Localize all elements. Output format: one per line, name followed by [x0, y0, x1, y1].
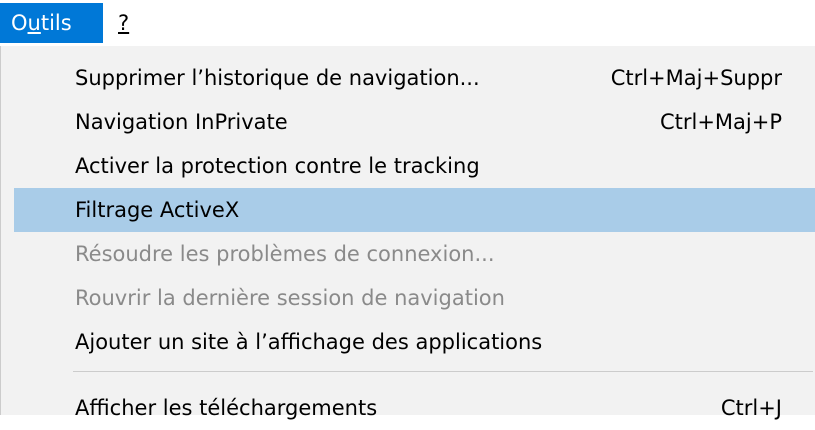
- menu-separator: [73, 371, 813, 372]
- menu-outils[interactable]: Outils: [0, 3, 103, 43]
- menu-item-label: Rouvrir la dernière session de navigatio…: [75, 286, 505, 310]
- menu-item-label: Ajouter un site à l’affichage des applic…: [75, 330, 543, 354]
- menu-bar: Outils ?: [0, 0, 815, 46]
- menu-help-label: ?: [118, 11, 130, 35]
- menu-item-delete-history[interactable]: Supprimer l’historique de navigation... …: [14, 56, 815, 100]
- menu-item-tracking-protection[interactable]: Activer la protection contre le tracking: [14, 144, 815, 188]
- menu-item-label: Filtrage ActiveX: [75, 198, 240, 222]
- menu-outils-suffix: tils: [40, 11, 72, 35]
- menu-item-inprivate[interactable]: Navigation InPrivate Ctrl+Maj+P: [14, 100, 815, 144]
- menu-item-label: Afficher les téléchargements: [75, 396, 378, 420]
- menu-item-view-downloads[interactable]: Afficher les téléchargements Ctrl+J: [14, 386, 815, 430]
- menu-item-fix-connection: Résoudre les problèmes de connexion...: [14, 232, 815, 276]
- tools-dropdown-menu: Supprimer l’historique de navigation... …: [0, 46, 815, 420]
- menu-item-add-site-to-apps[interactable]: Ajouter un site à l’affichage des applic…: [14, 320, 815, 364]
- menu-item-shortcut: Ctrl+J: [720, 396, 782, 420]
- menu-item-activex-filtering[interactable]: Filtrage ActiveX: [14, 188, 815, 232]
- menu-item-label: Activer la protection contre le tracking: [75, 154, 480, 178]
- menu-item-shortcut: Ctrl+Maj+Suppr: [610, 66, 782, 90]
- menu-outils-mnemonic: u: [27, 11, 41, 35]
- menu-item-reopen-session: Rouvrir la dernière session de navigatio…: [14, 276, 815, 320]
- menu-item-shortcut: Ctrl+Maj+P: [659, 110, 782, 134]
- menu-item-label: Navigation InPrivate: [75, 110, 288, 134]
- menu-outils-prefix: O: [11, 11, 28, 35]
- menu-help[interactable]: ?: [112, 3, 142, 43]
- menu-item-label: Supprimer l’historique de navigation...: [75, 66, 480, 90]
- menu-item-label: Résoudre les problèmes de connexion...: [75, 242, 495, 266]
